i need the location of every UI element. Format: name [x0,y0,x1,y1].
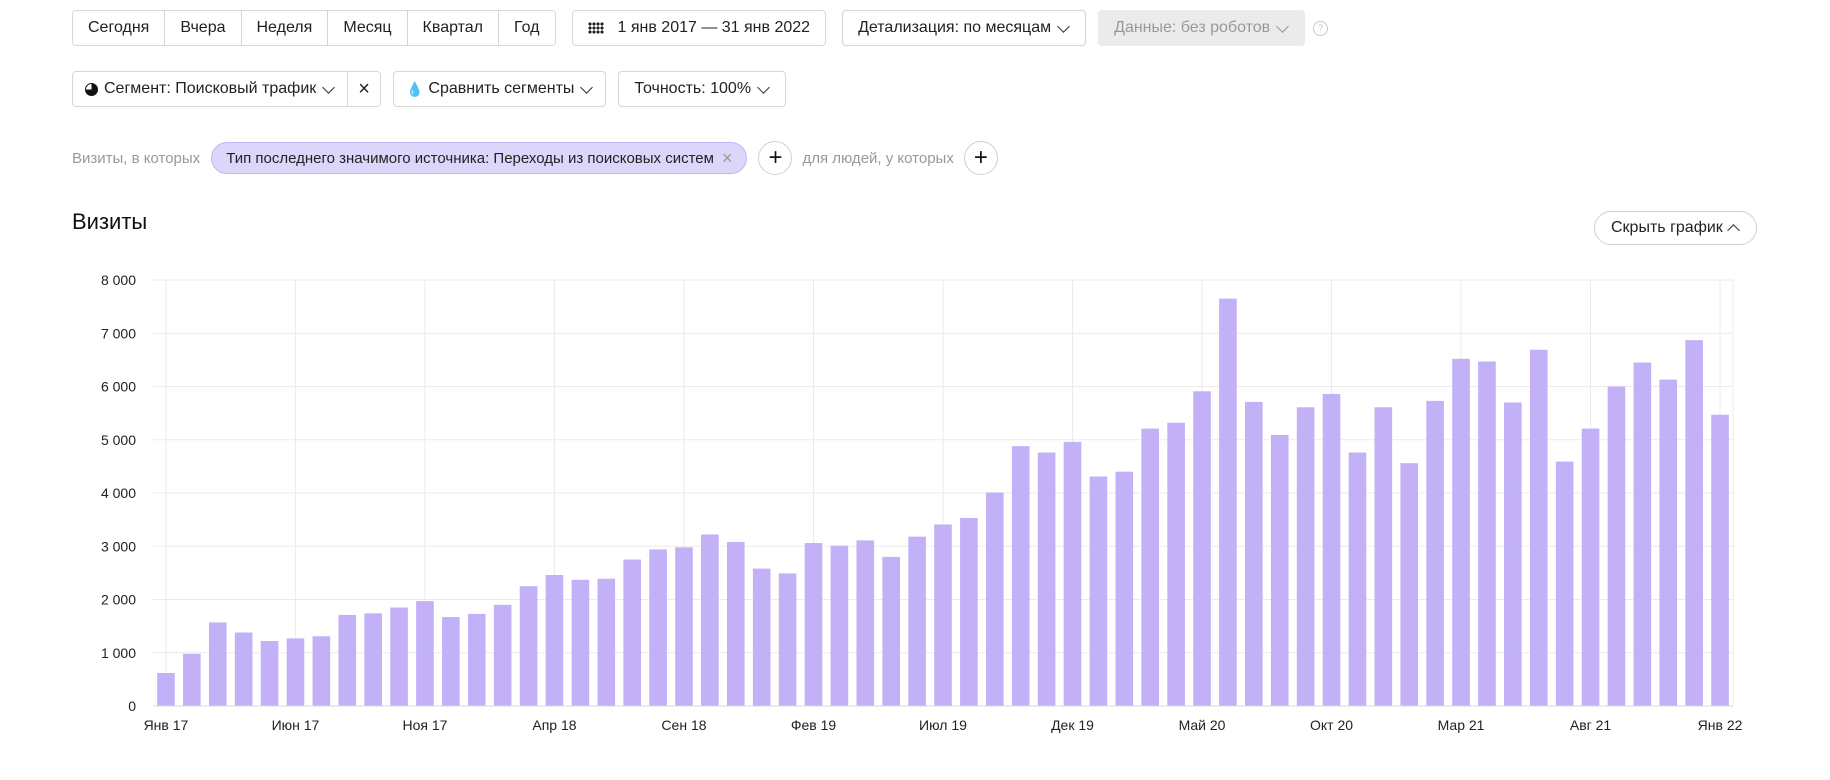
bar [1167,422,1185,706]
bar [1374,407,1393,706]
x-tick-label: Янв 17 [144,717,189,733]
bar [260,641,279,706]
bar [985,492,1004,706]
bar [701,534,719,706]
y-tick-label: 2 000 [101,592,136,608]
bar [442,617,460,706]
x-tick-label: Июн 17 [272,717,320,733]
bar [934,524,952,706]
bar [1089,476,1108,706]
bar [1400,463,1419,706]
bar [286,638,305,706]
bar [830,545,849,706]
bar [649,549,667,706]
bar [1245,401,1263,706]
x-tick-label: Дек 19 [1051,717,1094,733]
bar [623,559,641,706]
bar [338,614,357,706]
bar [1478,361,1496,706]
bar [908,536,926,706]
bar [1555,461,1574,706]
x-tick-label: Янв 22 [1698,717,1743,733]
bar [778,573,797,706]
bar [597,578,616,706]
bar [1529,349,1548,706]
bar [1711,414,1729,706]
bar [1011,446,1030,706]
bar [675,547,693,706]
x-tick-label: Мар 21 [1438,717,1485,733]
bar [1607,386,1626,706]
bar [364,613,382,706]
bar [856,540,875,706]
bar [1452,358,1470,706]
bar [804,543,823,706]
bar [1633,362,1652,706]
x-tick-label: Июл 19 [919,717,967,733]
bar [234,632,253,706]
bar [1115,471,1134,706]
bar [390,607,408,706]
bar [960,518,978,706]
bar [571,579,590,706]
y-tick-label: 3 000 [101,538,136,554]
y-tick-label: 6 000 [101,379,136,395]
bar [545,575,564,706]
bar [208,622,227,706]
y-tick-label: 7 000 [101,325,136,341]
bar [467,613,486,706]
bar [1270,434,1289,706]
visits-bar-chart: 0 1 000 2 000 3 000 4 000 5 000 6 000 7 000 8 00… [101,272,1743,733]
bar [1193,391,1211,706]
y-tick-label: 4 000 [101,485,136,501]
bar [1685,340,1703,706]
x-tick-label: Окт 20 [1310,717,1353,733]
x-tick-label: Май 20 [1179,717,1226,733]
bar [1063,441,1082,706]
bar [1426,400,1444,706]
x-tick-label: Авг 21 [1570,717,1612,733]
bar [1141,428,1160,706]
y-tick-label: 8 000 [101,272,136,288]
bar [752,568,771,706]
bar [1659,379,1678,706]
bar [416,601,434,706]
bar [1581,428,1600,706]
bar [1219,298,1237,706]
bar [1037,452,1056,706]
x-tick-label: Фев 19 [791,717,837,733]
bar [1296,407,1315,706]
bar [183,653,201,706]
bar [882,556,901,706]
bar [1504,402,1522,706]
x-tick-label: Ноя 17 [402,717,447,733]
bar [1322,393,1341,706]
y-tick-label: 5 000 [101,432,136,448]
y-tick-label: 1 000 [101,645,136,661]
bar [1348,452,1367,706]
x-tick-label: Апр 18 [532,717,576,733]
bar [519,586,538,706]
bar [157,672,175,706]
bar [493,604,512,706]
x-tick-label: Сен 18 [661,717,706,733]
y-tick-label: 0 [128,698,136,714]
bar [312,636,331,706]
bar [726,541,745,706]
